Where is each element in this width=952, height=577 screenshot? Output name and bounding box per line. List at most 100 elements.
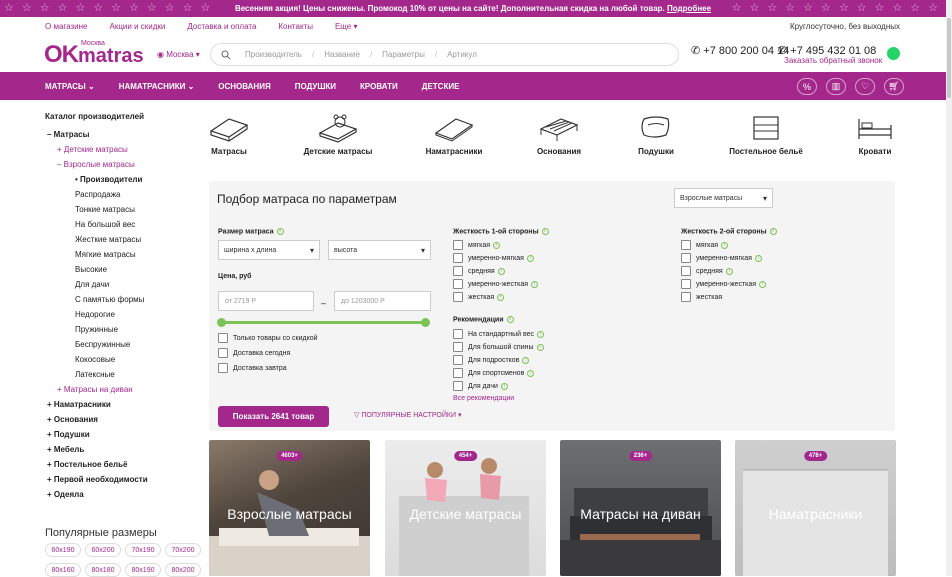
category-kids-mattresses[interactable]: Детские матрасы: [293, 113, 383, 156]
catalog-item[interactable]: – Взрослые матрасы: [45, 157, 205, 172]
phone-1[interactable]: ✆ +7 800 200 04 14: [691, 44, 789, 57]
checkbox-box[interactable]: [453, 292, 463, 302]
hardness1-option[interactable]: умеренно-жесткая i: [453, 279, 539, 289]
checkbox-box[interactable]: [681, 266, 691, 276]
info-icon[interactable]: i: [754, 254, 762, 262]
card-kids-mattresses[interactable]: 454+ Детские матрасы: [385, 440, 546, 576]
popular-settings-toggle[interactable]: ▽ ПОПУЛЯРНЫЕ НАСТРОЙКИ ▾: [354, 411, 462, 419]
height-select[interactable]: высота: [328, 240, 431, 260]
checkbox-box[interactable]: [453, 329, 463, 339]
size-chip[interactable]: 60x200: [85, 543, 121, 557]
catalog-item[interactable]: + Основания: [45, 412, 205, 427]
catalog-item[interactable]: – Матрасы: [45, 127, 205, 142]
heart-icon[interactable]: ♡: [855, 78, 875, 95]
link-contacts[interactable]: Контакты: [278, 22, 313, 31]
catalog-item[interactable]: Распродажа: [45, 187, 205, 202]
catalog-item[interactable]: Тонкие матрасы: [45, 202, 205, 217]
nav-kids[interactable]: ДЕТСКИЕ: [422, 82, 460, 91]
info-icon[interactable]: i: [500, 382, 508, 390]
nav-toppers[interactable]: НАМАТРАСНИКИ ⌄: [119, 82, 195, 91]
catalog-item[interactable]: Недорогие: [45, 307, 205, 322]
checkbox-box[interactable]: [453, 240, 463, 250]
callback-link[interactable]: Заказать обратный звонок: [784, 56, 882, 65]
all-recommendations-link[interactable]: Все рекомендации: [453, 395, 514, 402]
size-chip[interactable]: 60x190: [45, 543, 81, 557]
hardness1-option[interactable]: мягкая i: [453, 240, 501, 250]
price-slider-min-handle[interactable]: [217, 318, 226, 327]
catalog-item[interactable]: Беспружинные: [45, 337, 205, 352]
cart-icon[interactable]: 🛒︎: [884, 78, 904, 95]
category-bedding[interactable]: Постельное бельё: [721, 113, 811, 156]
search-input[interactable]: Производитель / Название / Параметры / А…: [210, 43, 679, 66]
recommendation-option[interactable]: Для спортсменов i: [453, 368, 535, 378]
city-selector[interactable]: ◉ Москва ▾: [157, 50, 200, 59]
nav-bases[interactable]: ОСНОВАНИЯ: [218, 82, 270, 91]
info-icon[interactable]: i: [276, 228, 284, 235]
checkbox-box[interactable]: [453, 381, 463, 391]
checkbox-box[interactable]: [453, 279, 463, 289]
catalog-item[interactable]: Для дачи: [45, 277, 205, 292]
info-icon[interactable]: i: [527, 369, 535, 377]
info-icon[interactable]: i: [769, 228, 777, 235]
catalog-item[interactable]: С памятью формы: [45, 292, 205, 307]
info-icon[interactable]: i: [506, 316, 514, 323]
recommendation-option[interactable]: Для дачи i: [453, 381, 508, 391]
hardness1-option[interactable]: умеренно-мягкая i: [453, 253, 534, 263]
catalog-item[interactable]: Высокие: [45, 262, 205, 277]
recommendation-option[interactable]: На стандартный вес i: [453, 329, 544, 339]
info-icon[interactable]: i: [536, 343, 544, 351]
info-icon[interactable]: i: [725, 267, 733, 275]
catalog-item[interactable]: + Наматрасники: [45, 397, 205, 412]
info-icon[interactable]: i: [759, 280, 767, 288]
catalog-item[interactable]: Кокосовые: [45, 352, 205, 367]
checkbox-box[interactable]: [681, 292, 691, 302]
checkbox-box[interactable]: [453, 355, 463, 365]
hardness1-option[interactable]: жесткая i: [453, 292, 505, 302]
catalog-item[interactable]: Пружинные: [45, 322, 205, 337]
checkbox-delivery-today[interactable]: Доставка сегодня: [218, 348, 290, 358]
mattress-type-select[interactable]: Взрослые матрасы: [674, 188, 773, 208]
hardness2-option[interactable]: средняя i: [681, 266, 733, 276]
show-results-button[interactable]: Показать 2641 товар: [218, 406, 329, 427]
chart-icon[interactable]: ▥: [826, 78, 846, 95]
logo[interactable]: OKmatras Москва: [44, 40, 144, 69]
card-adult-mattresses[interactable]: 4603+ Взрослые матрасы: [209, 440, 370, 576]
card-sofa-mattresses[interactable]: 236+ Матрасы на диван: [560, 440, 721, 576]
scrollbar[interactable]: [946, 0, 952, 576]
catalog-item[interactable]: + Мебель: [45, 442, 205, 457]
price-to-input[interactable]: до 1203000 Р: [334, 291, 431, 311]
checkbox-delivery-tomorrow[interactable]: Доставка завтра: [218, 363, 287, 373]
catalog-item[interactable]: Мягкие матрасы: [45, 247, 205, 262]
whatsapp-icon[interactable]: [887, 47, 900, 60]
catalog-item[interactable]: + Матрасы на диван: [45, 382, 205, 397]
checkbox-box[interactable]: [453, 368, 463, 378]
catalog-item[interactable]: + Постельное бельё: [45, 457, 205, 472]
category-pillows[interactable]: Подушки: [611, 113, 701, 156]
checkbox-box[interactable]: [681, 279, 691, 289]
checkbox-discount[interactable]: Только товары со скидкой: [218, 333, 318, 343]
size-chip[interactable]: 80x160: [45, 563, 81, 577]
checkbox-box[interactable]: [453, 253, 463, 263]
category-toppers[interactable]: Наматрасники: [409, 113, 499, 156]
nav-mattresses[interactable]: МАТРАСЫ ⌄: [45, 82, 95, 91]
percent-icon[interactable]: %: [797, 78, 817, 95]
info-icon[interactable]: i: [537, 330, 544, 338]
size-select[interactable]: ширина х длина: [218, 240, 320, 260]
catalog-item[interactable]: + Подушки: [45, 427, 205, 442]
category-mattresses[interactable]: Матрасы: [184, 113, 274, 156]
catalog-item[interactable]: На большой вес: [45, 217, 205, 232]
link-about[interactable]: О магазине: [45, 22, 88, 31]
catalog-item[interactable]: + Детские матрасы: [45, 142, 205, 157]
checkbox-box[interactable]: [218, 333, 228, 343]
price-from-input[interactable]: от 2719 Р: [218, 291, 314, 311]
price-slider[interactable]: [217, 318, 430, 327]
info-icon[interactable]: i: [493, 241, 501, 249]
checkbox-box[interactable]: [453, 342, 463, 352]
card-toppers[interactable]: 478+ Наматрасники: [735, 440, 896, 576]
recommendation-option[interactable]: Для большой спины i: [453, 342, 544, 352]
recommendation-option[interactable]: Для подростков i: [453, 355, 530, 365]
hardness2-option[interactable]: умеренно-жесткая i: [681, 279, 767, 289]
catalog-item[interactable]: Жесткие матрасы: [45, 232, 205, 247]
checkbox-box[interactable]: [681, 240, 691, 250]
info-icon[interactable]: i: [522, 356, 530, 364]
